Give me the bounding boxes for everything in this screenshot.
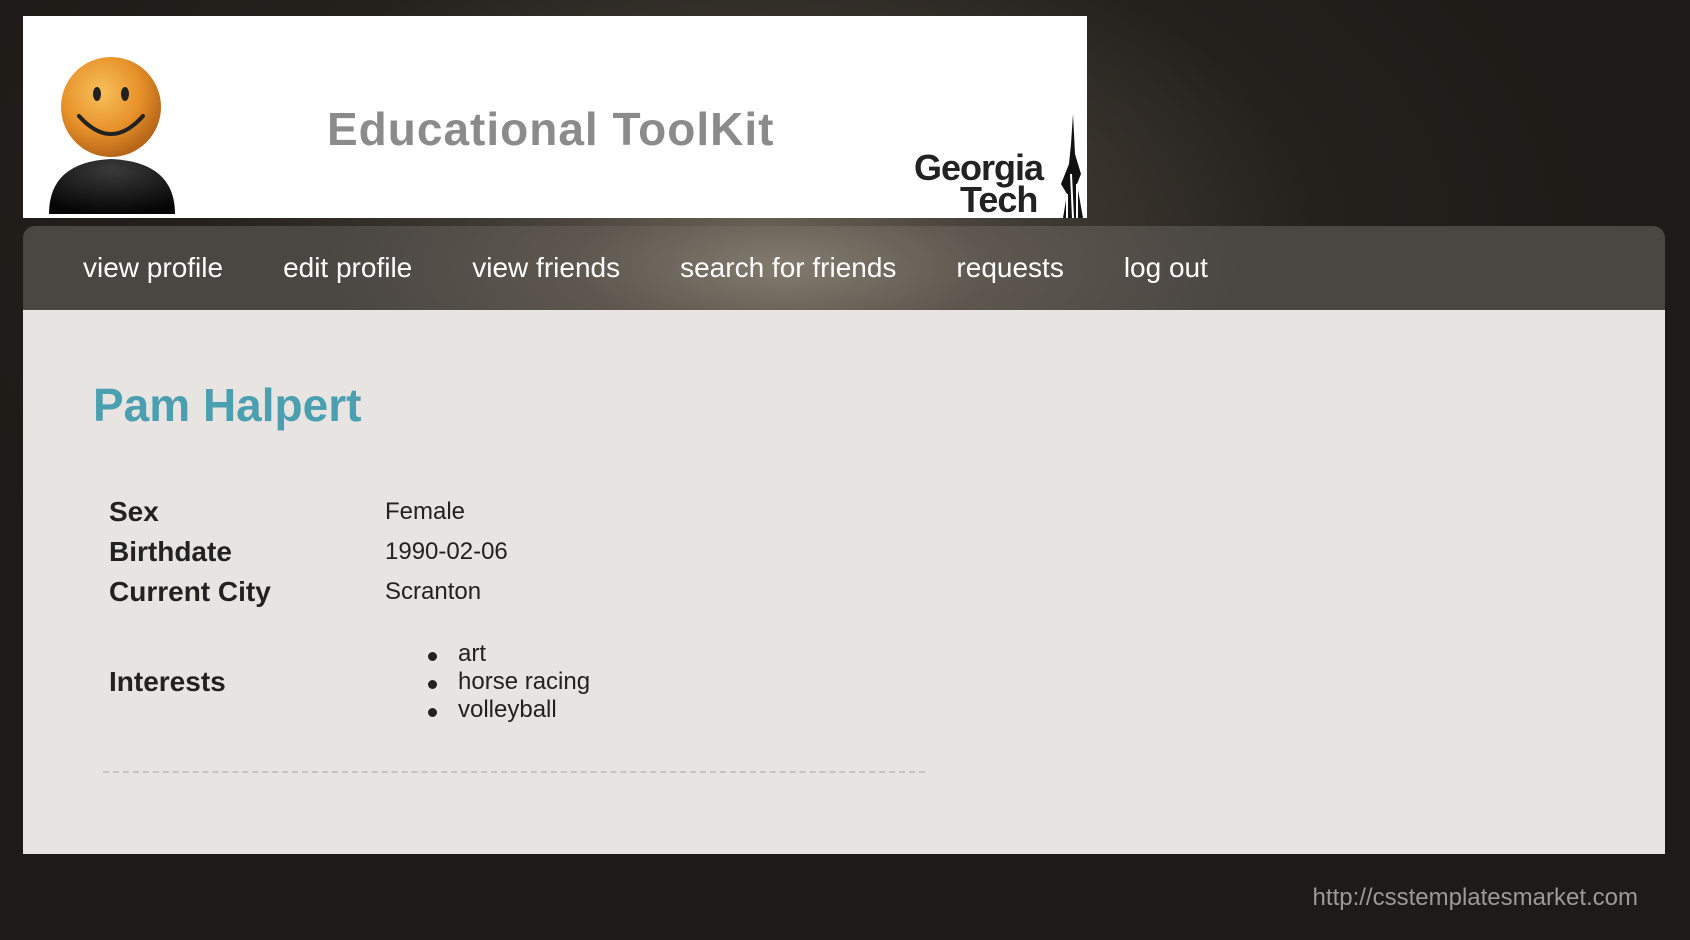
- field-label-interests: Interests: [109, 666, 226, 697]
- header-banner: Educational ToolKit Georgia Tech: [23, 16, 1087, 218]
- footer-credit-link[interactable]: http://csstemplatesmarket.com: [1313, 884, 1638, 912]
- field-label-current-city: Current City: [109, 576, 271, 607]
- field-label-sex: Sex: [109, 496, 159, 527]
- flame-icon: [1061, 114, 1083, 218]
- nav-link-search-for-friends[interactable]: search for friends: [680, 252, 896, 283]
- field-value-sex: Female: [385, 498, 466, 525]
- smiley-icon: [49, 57, 175, 214]
- nav-item-view-profile[interactable]: view profile: [83, 252, 223, 322]
- nav-item-edit-profile[interactable]: edit profile: [283, 252, 412, 284]
- field-value-current-city: Scranton: [385, 578, 482, 605]
- nav-link-requests[interactable]: requests: [956, 252, 1063, 283]
- profile-content: Pam Halpert Sex Female Birthdate 1990-02…: [23, 310, 1665, 854]
- nav-link-view-profile[interactable]: view profile: [83, 252, 223, 283]
- nav-item-view-friends[interactable]: view friends: [472, 252, 620, 284]
- main-navigation: view profile edit profile view friends s…: [23, 226, 1665, 322]
- interest-item: horse racing: [428, 668, 591, 696]
- nav-item-requests[interactable]: requests: [956, 252, 1063, 284]
- nav-item-log-out[interactable]: log out: [1124, 252, 1208, 284]
- interest-item: volleyball: [428, 696, 590, 724]
- interest-item: art: [428, 640, 590, 668]
- bullet-icon: [428, 652, 437, 661]
- interest-text: horse racing: [458, 668, 591, 695]
- field-label-birthdate: Birthdate: [109, 536, 232, 567]
- bullet-icon: [428, 680, 437, 689]
- interest-text: volleyball: [458, 696, 557, 723]
- field-value-birthdate: 1990-02-06: [385, 538, 508, 565]
- nav-link-log-out[interactable]: log out: [1124, 252, 1208, 283]
- banner-title: Educational ToolKit: [327, 103, 775, 155]
- interest-text: art: [458, 640, 487, 667]
- dashed-divider: [103, 771, 925, 773]
- nav-link-view-friends[interactable]: view friends: [472, 252, 620, 283]
- interests-list: art horse racing volleyball: [428, 640, 591, 724]
- profile-name: Pam Halpert: [93, 379, 362, 431]
- nav-link-edit-profile[interactable]: edit profile: [283, 252, 412, 283]
- logo-line-tech: Tech: [960, 179, 1038, 218]
- georgia-tech-logo: Georgia Tech: [888, 114, 1087, 218]
- bullet-icon: [428, 708, 437, 717]
- nav-item-search-for-friends[interactable]: search for friends: [680, 252, 896, 284]
